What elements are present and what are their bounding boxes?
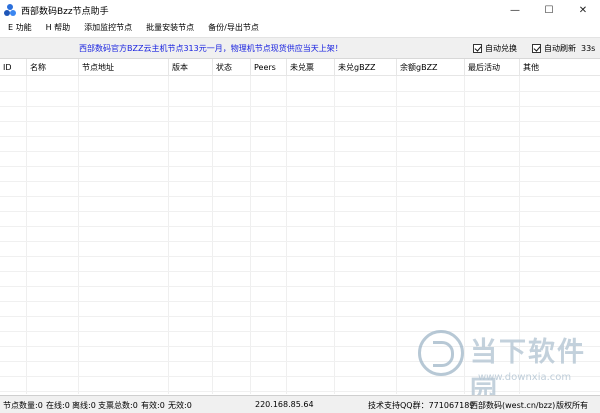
grid-row-line (0, 181, 600, 182)
status-bar: 节点数量:0 在线:0 离线:0 支票总数:0 有效:0 无效:0 220.16… (0, 395, 600, 413)
grid-row-line (0, 331, 600, 332)
menu-backup-export-node[interactable]: 备份/导出节点 (201, 20, 266, 36)
status-offline: 离线:0 (72, 401, 96, 410)
column-header-name[interactable]: 名称 (27, 59, 79, 76)
column-header-peers[interactable]: Peers (251, 59, 287, 76)
status-invalid: 无效:0 (168, 401, 192, 410)
checkbox-checked-icon[interactable] (532, 44, 541, 53)
column-header-node-address[interactable]: 节点地址 (79, 59, 169, 76)
maximize-icon[interactable]: ☐ (532, 0, 566, 20)
grid-row-line (0, 166, 600, 167)
column-header-other[interactable]: 其他 (520, 59, 600, 76)
checkbox-checked-icon[interactable] (473, 44, 482, 53)
auto-exchange-checkbox[interactable]: 自动兑换 (473, 43, 517, 54)
column-header-id[interactable]: ID (0, 59, 27, 76)
grid-row-line (0, 196, 600, 197)
grid-row-line (0, 256, 600, 257)
grid-row-line (0, 151, 600, 152)
status-brand-link[interactable]: 西部数码(west.cn/bzz) (470, 400, 555, 411)
status-cheques-total: 支票总数:0 (98, 401, 138, 410)
grid-row-line (0, 286, 600, 287)
status-valid: 有效:0 (141, 401, 165, 410)
close-icon[interactable]: ✕ (566, 0, 600, 20)
menu-function[interactable]: E 功能 (0, 20, 39, 36)
minimize-icon[interactable]: — (498, 0, 532, 20)
grid-row-line (0, 91, 600, 92)
grid-row-line (0, 346, 600, 347)
window-title: 西部数码Bzz节点助手 (21, 6, 109, 17)
status-qq-group: 技术支持QQ群：771067189 (368, 401, 475, 410)
column-header-unexchanged-cheques[interactable]: 未兑票 (287, 59, 335, 76)
status-ip-address: 220.168.85.64 (255, 400, 314, 409)
grid-row-line (0, 121, 600, 122)
grid-row-line (0, 361, 600, 362)
status-node-count: 节点数量:0 (3, 401, 43, 410)
table-header: ID 名称 节点地址 版本 状态 Peers 未兑票 未兑gBZZ 余额gBZZ… (0, 59, 600, 76)
grid-row-line (0, 106, 600, 107)
app-logo-icon (4, 4, 16, 16)
grid-row-line (0, 271, 600, 272)
window-controls: — ☐ ✕ (498, 0, 600, 20)
column-header-last-activity[interactable]: 最后活动 (465, 59, 520, 76)
promo-notice-link[interactable]: 西部数码官方BZZ云主机节点313元一月，物理机节点现货供应当天上架！ (79, 43, 343, 54)
grid-row-line (0, 226, 600, 227)
title-bar: 西部数码Bzz节点助手 — ☐ ✕ (0, 0, 600, 20)
status-copyright: 版权所有 (556, 401, 588, 410)
column-header-version[interactable]: 版本 (169, 59, 213, 76)
grid-row-line (0, 301, 600, 302)
grid-row-line (0, 241, 600, 242)
info-bar: 西部数码官方BZZ云主机节点313元一月，物理机节点现货供应当天上架！ 自动兑换… (0, 37, 600, 59)
auto-refresh-checkbox[interactable]: 自动刷新 33s (532, 43, 595, 54)
menu-help[interactable]: H 帮助 (39, 20, 78, 36)
menu-bar: E 功能 H 帮助 添加监控节点 批量安装节点 备份/导出节点 (0, 20, 600, 36)
refresh-countdown: 33s (581, 44, 596, 53)
status-online: 在线:0 (46, 401, 70, 410)
column-header-balance-gbzz[interactable]: 余额gBZZ (397, 59, 465, 76)
auto-refresh-label: 自动刷新 (544, 44, 576, 53)
column-header-unexchanged-gbzz[interactable]: 未兑gBZZ (335, 59, 397, 76)
grid-row-line (0, 136, 600, 137)
menu-batch-install-node[interactable]: 批量安装节点 (139, 20, 201, 36)
node-table[interactable]: ID 名称 节点地址 版本 状态 Peers 未兑票 未兑gBZZ 余额gBZZ… (0, 59, 600, 394)
grid-row-line (0, 316, 600, 317)
menu-add-monitor-node[interactable]: 添加监控节点 (77, 20, 139, 36)
grid-row-line (0, 391, 600, 392)
grid-row-line (0, 211, 600, 212)
grid-row-line (0, 376, 600, 377)
column-header-status[interactable]: 状态 (213, 59, 251, 76)
auto-exchange-label: 自动兑换 (485, 44, 517, 53)
